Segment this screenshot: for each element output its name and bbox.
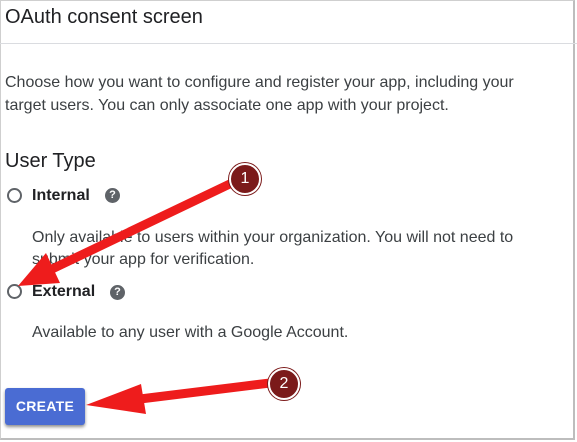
step-1-badge: 1: [229, 163, 261, 195]
internal-radio[interactable]: [7, 188, 22, 203]
external-help-icon[interactable]: ?: [110, 285, 125, 300]
internal-description: Only available to users within your orga…: [32, 229, 514, 268]
external-label[interactable]: External: [32, 282, 95, 302]
internal-label[interactable]: Internal: [32, 186, 90, 206]
intro-text: Choose how you want to configure and reg…: [5, 74, 514, 114]
page-header: OAuth consent screen: [0, 0, 577, 44]
step-2-badge: 2: [268, 368, 300, 400]
user-type-heading: User Type: [5, 150, 96, 172]
create-button[interactable]: CREATE: [5, 388, 85, 425]
external-description: Available to any user with a Google Acco…: [32, 324, 349, 341]
external-radio[interactable]: [7, 284, 22, 299]
page-title: OAuth consent screen: [5, 6, 203, 28]
internal-help-icon[interactable]: ?: [105, 188, 120, 203]
